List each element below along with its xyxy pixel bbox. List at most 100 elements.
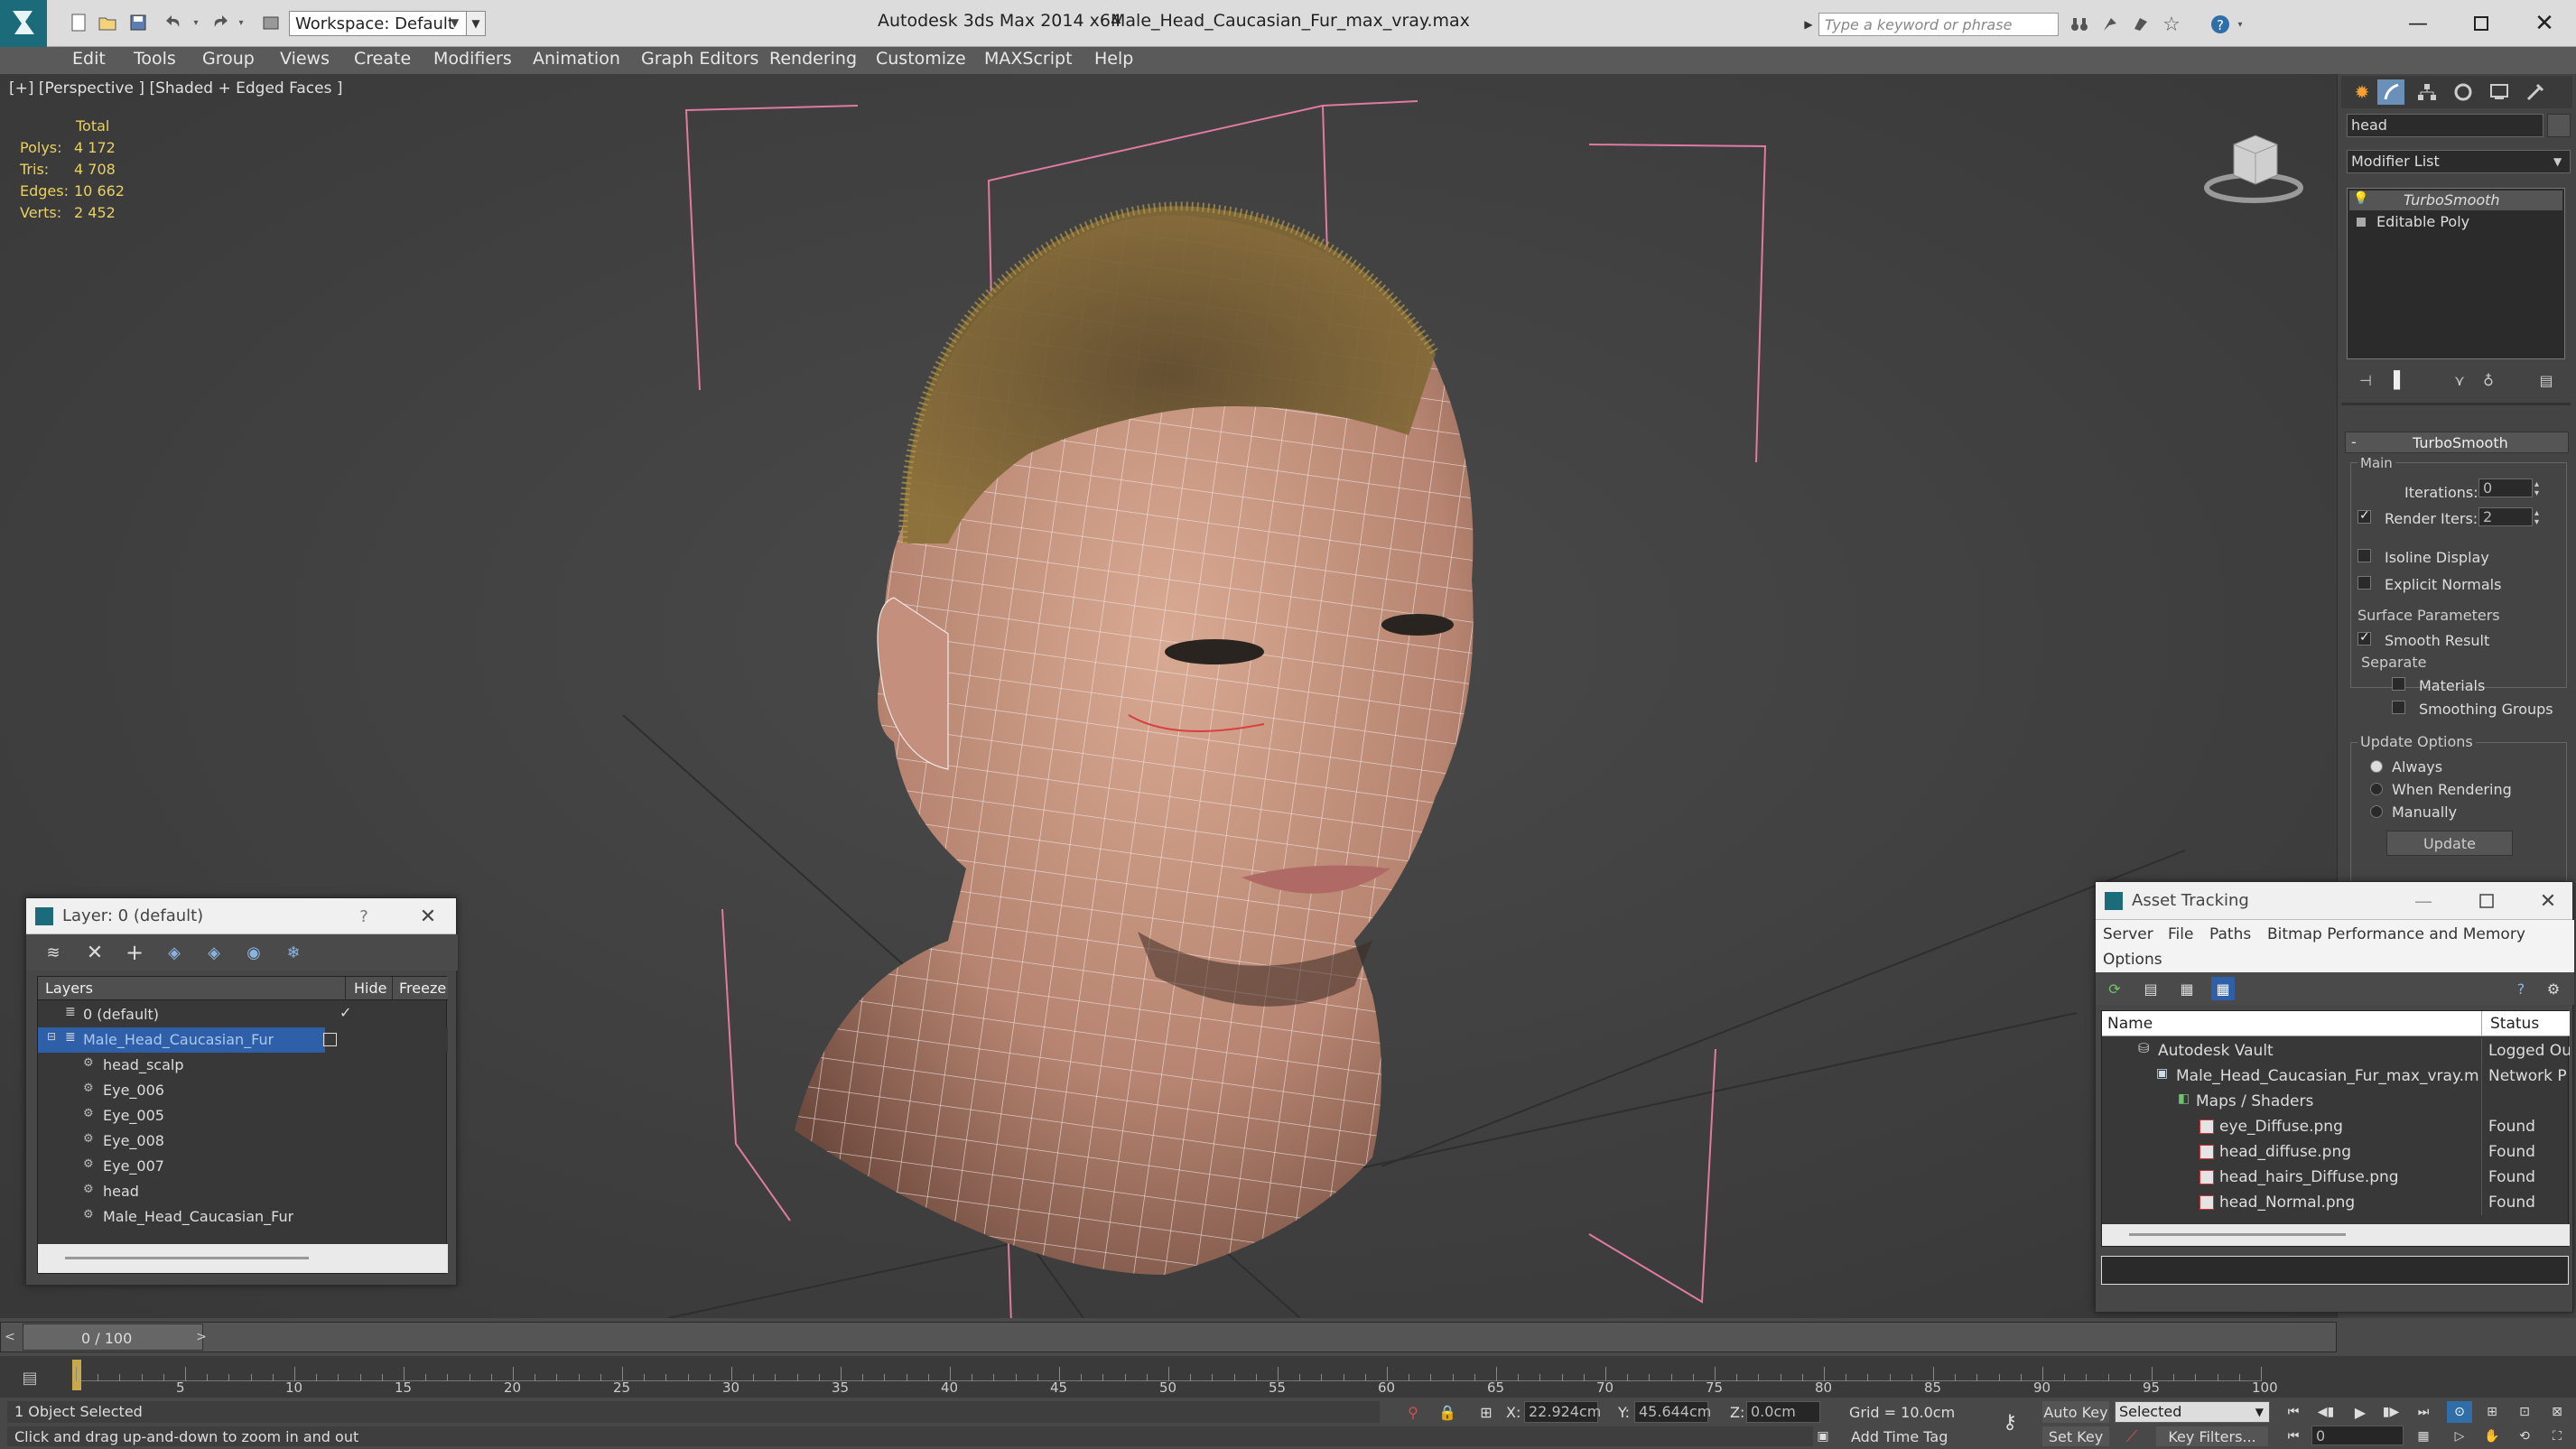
active-layer-check-icon[interactable]: ✓ (339, 1006, 351, 1020)
settings-gear-icon[interactable]: ⚙ (2542, 977, 2565, 1000)
time-tag-icon[interactable]: ▣ (1813, 1426, 1833, 1446)
time-slider-thumb[interactable]: 0 / 100 (23, 1324, 203, 1351)
new-file-icon[interactable] (67, 11, 90, 34)
layer-dialog-help-button[interactable]: ? (351, 904, 377, 929)
track-bar[interactable]: ▤ 5 10 15 20 25 30 35 40 45 50 55 60 65 70 75 80 85 90 95 1… (0, 1356, 2576, 1398)
stack-item-editable-poly[interactable]: Editable Poly (2349, 212, 2562, 232)
app-logo-button[interactable] (0, 0, 47, 47)
key-mode-toggle-icon[interactable]: ⏮ (2281, 1426, 2306, 1446)
menu-modifiers[interactable]: Modifiers (433, 51, 512, 68)
materials-checkbox[interactable] (2392, 677, 2405, 691)
asset-row[interactable]: head_diffuse.png Found (2102, 1139, 2568, 1165)
stack-item-turbosmooth[interactable]: 💡 TurboSmooth (2349, 190, 2562, 210)
selection-lock-icon[interactable]: 🔒 (1437, 1401, 1457, 1423)
motion-tab-icon[interactable] (2450, 79, 2477, 105)
key-filters-button[interactable]: Key Filters... (2156, 1426, 2268, 1446)
previous-key-icon[interactable]: ◀▮ (2313, 1401, 2339, 1423)
minimize-button[interactable]: — (2410, 887, 2437, 915)
horizontal-scrollbar[interactable] (2102, 1224, 2570, 1246)
workspace-dropdown[interactable]: Workspace: Default ▼ (289, 11, 468, 36)
show-end-result-icon[interactable]: ▌ (2388, 368, 2412, 392)
spinner-arrows-icon[interactable]: ▴ ▾ (2534, 480, 2539, 498)
workspace-arrow-button[interactable]: ▼ (466, 11, 486, 36)
update-button[interactable]: Update (2386, 831, 2513, 856)
horizontal-scrollbar[interactable] (38, 1244, 448, 1273)
iterations-spinner[interactable]: 0 (2478, 478, 2533, 497)
menu-options[interactable]: Options (2103, 952, 2162, 968)
menu-group[interactable]: Group (202, 51, 255, 68)
asset-row[interactable]: eye_Diffuse.png Found (2102, 1114, 2568, 1139)
remove-modifier-icon[interactable]: ♁ (2477, 368, 2500, 392)
render-iters-checkbox[interactable]: ✓ (2357, 508, 2371, 524)
freeze-unfreeze-all-icon[interactable]: ❄ (281, 940, 306, 965)
orbit-icon[interactable]: ⟲ (2512, 1426, 2537, 1446)
menu-bitmap-performance[interactable]: Bitmap Performance and Memory (2267, 927, 2525, 943)
layer-dialog-titlebar[interactable]: Layer: 0 (default) ? ✕ (26, 898, 456, 934)
configure-modifier-sets-icon[interactable]: ▤ (2533, 368, 2560, 392)
col-name[interactable]: Name (2107, 1017, 2153, 1032)
explicit-normals-checkbox[interactable] (2357, 576, 2371, 590)
redo-icon[interactable] (208, 11, 231, 34)
hide-unhide-all-icon[interactable]: ◉ (241, 940, 266, 965)
menu-graph-editors[interactable]: Graph Editors (641, 51, 758, 68)
key-icon[interactable]: ⟋ (2118, 1426, 2145, 1446)
asset-row[interactable]: ⛁ Autodesk Vault Logged Ou (2102, 1038, 2570, 1064)
smoothing-groups-checkbox[interactable] (2392, 701, 2405, 714)
object-name-field[interactable]: head (2347, 114, 2543, 137)
x-coordinate-field[interactable]: 22.924cm (1524, 1401, 1601, 1423)
viewport-label[interactable]: [+] [Perspective ] [Shaded + Edged Faces… (9, 81, 342, 97)
create-layer-icon[interactable]: + (122, 940, 147, 965)
menu-maxscript[interactable]: MAXScript (984, 51, 1073, 68)
object-row[interactable]: ⚙ Eye_006 (38, 1078, 446, 1103)
undo-dropdown-icon[interactable]: ▾ (190, 11, 202, 34)
subscription-icon[interactable] (2098, 13, 2122, 36)
y-coordinate-field[interactable]: 45.644cm (1634, 1401, 1711, 1423)
manually-radio[interactable] (2370, 805, 2383, 818)
asset-row[interactable]: head_Normal.png Found (2102, 1190, 2568, 1215)
previous-frame-icon[interactable]: < (1, 1323, 19, 1351)
object-row[interactable]: ⚙ Eye_007 (38, 1154, 446, 1179)
asset-tracking-titlebar[interactable]: Asset Tracking — ✕ (2096, 882, 2572, 920)
zoom-icon[interactable]: ⊙ (2447, 1401, 2472, 1423)
close-icon[interactable]: ✕ (2534, 887, 2562, 915)
go-to-start-icon[interactable]: ⏮ (2281, 1401, 2306, 1423)
zoom-all-icon[interactable]: ⊞ (2479, 1401, 2505, 1423)
pin-stack-icon[interactable]: ⊣ (2354, 368, 2377, 392)
go-to-end-icon[interactable]: ⏭ (2411, 1401, 2436, 1423)
hierarchy-tab-icon[interactable] (2413, 79, 2441, 105)
utilities-tab-icon[interactable] (2522, 79, 2549, 105)
detail-view-icon[interactable]: ▦ (2175, 977, 2199, 1000)
z-coordinate-field[interactable]: 0.0cm (1746, 1401, 1820, 1423)
search-input[interactable]: Type a keyword or phrase (1818, 13, 2059, 36)
search-expand-icon[interactable]: ▶ (1800, 13, 1817, 36)
smooth-result-checkbox[interactable]: ✓ (2357, 630, 2371, 646)
menu-rendering[interactable]: Rendering (769, 51, 857, 68)
set-key-mode-icon[interactable]: ⚷ (1992, 1408, 2028, 1435)
add-time-tag[interactable]: Add Time Tag (1851, 1430, 1948, 1444)
binoculars-icon[interactable] (2068, 13, 2091, 36)
menu-customize[interactable]: Customize (876, 51, 966, 68)
time-slider-track[interactable]: < 0 / 100 > (0, 1322, 2337, 1352)
object-row[interactable]: ⚙ head_scalp (38, 1053, 446, 1078)
menu-file[interactable]: File (2168, 927, 2193, 943)
menu-tools[interactable]: Tools (134, 51, 176, 68)
col-hide[interactable]: Hide (354, 981, 386, 996)
col-layers[interactable]: Layers (45, 981, 93, 996)
modify-tab-icon[interactable] (2377, 79, 2404, 105)
close-icon[interactable]: ✕ (414, 904, 442, 929)
help-icon[interactable]: ? (2509, 977, 2533, 1000)
when-rendering-radio[interactable] (2370, 783, 2383, 795)
asset-row[interactable]: ◧ Maps / Shaders (2102, 1089, 2568, 1114)
render-iters-spinner[interactable]: 2 (2478, 507, 2533, 526)
play-icon[interactable]: ▶ (2348, 1401, 2373, 1423)
col-freeze[interactable]: Freeze (399, 981, 446, 996)
list-view-icon[interactable]: ▤ (2139, 977, 2162, 1000)
object-row[interactable]: ⚙ Eye_008 (38, 1129, 446, 1154)
expand-minus-icon[interactable]: ⊟ (47, 1031, 56, 1042)
maximize-button[interactable] (2473, 887, 2500, 915)
maximize-viewport-icon[interactable]: ⛶ (2544, 1426, 2570, 1446)
menu-edit[interactable]: Edit (72, 51, 106, 68)
col-status[interactable]: Status (2490, 1017, 2539, 1032)
spinner-arrows-icon[interactable]: ▴ ▾ (2534, 509, 2539, 527)
object-row[interactable]: ⚙ Eye_005 (38, 1103, 446, 1129)
